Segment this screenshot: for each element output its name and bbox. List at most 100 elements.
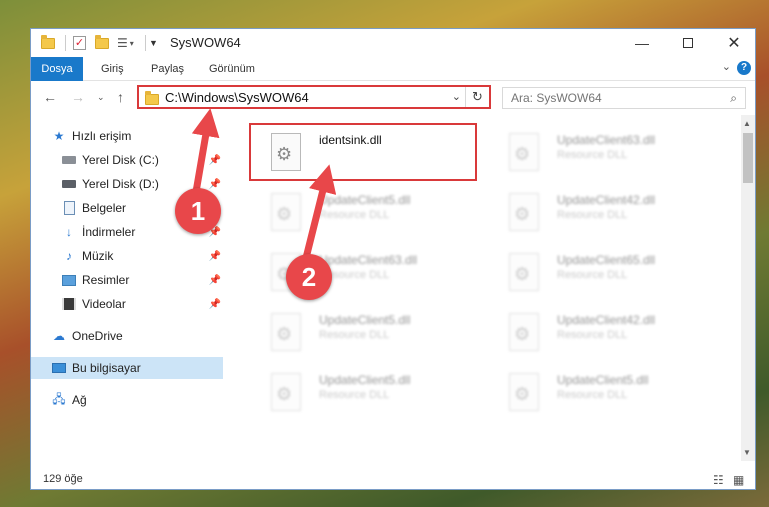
refresh-icon: ↻ <box>472 89 483 104</box>
forward-button[interactable]: → <box>71 89 85 105</box>
toolbar-divider <box>145 35 146 51</box>
download-icon: ↓ <box>66 225 72 239</box>
address-path: C:\Windows\SysWOW64 <box>165 90 309 105</box>
list-item[interactable]: UpdateClient5.dll Resource DLL <box>251 307 471 357</box>
sidebar-item-disk-c[interactable]: Yerel Disk (C:) 📌 <box>31 149 223 171</box>
document-icon <box>61 200 77 216</box>
search-input[interactable] <box>503 88 713 108</box>
file-type: Resource DLL <box>319 209 390 221</box>
pin-icon[interactable]: 📌 <box>209 155 221 166</box>
list-item[interactable]: UpdateClient5.dll Resource DLL <box>251 187 471 237</box>
star-icon: ★ <box>53 129 65 143</box>
ribbon-tabs: Dosya Giriş Paylaş Görünüm ⌄ ? <box>31 57 755 81</box>
expand-ribbon-button[interactable]: ⌄ <box>722 60 731 73</box>
large-icons-view-icon[interactable]: ▦ <box>733 473 744 487</box>
tab-dosya[interactable]: Dosya <box>31 57 83 81</box>
cloud-icon: ☁ <box>53 329 65 343</box>
sidebar-item-onedrive[interactable]: ☁ OneDrive <box>31 325 223 347</box>
minimize-icon: — <box>635 35 649 51</box>
recent-locations-button[interactable]: ⌄ <box>97 92 105 103</box>
details-view-icon[interactable]: ☷ <box>713 473 724 487</box>
sidebar-item-label: OneDrive <box>72 329 123 343</box>
dll-file-icon <box>271 313 301 351</box>
tab-paylas[interactable]: Paylaş <box>141 57 194 81</box>
list-item[interactable]: UpdateClient65.dll Resource DLL <box>489 247 709 297</box>
list-item[interactable]: UpdateClient5.dll Resource DLL <box>251 367 471 417</box>
sidebar-item-network[interactable]: 🖧 Ağ <box>31 389 223 411</box>
new-folder-button[interactable] <box>95 34 109 52</box>
list-item[interactable]: UpdateClient42.dll Resource DLL <box>489 307 709 357</box>
dll-file-icon <box>509 193 539 231</box>
file-name: UpdateClient42.dll <box>557 193 656 207</box>
sidebar-item-label: Hızlı erişim <box>72 129 132 143</box>
folder-icon <box>145 91 159 105</box>
close-button[interactable]: ✕ <box>711 29 755 57</box>
file-type: Resource DLL <box>557 149 628 161</box>
title-bar: ✓ ☰ ▾ ▼ SysWOW64 — ✕ <box>31 29 755 57</box>
file-type: Resource DLL <box>557 209 628 221</box>
dll-file-icon <box>271 133 301 171</box>
chevron-down-icon: ▼ <box>149 38 158 48</box>
step-1-badge: 1 <box>175 188 221 234</box>
address-dropdown-button[interactable]: ⌄ <box>452 90 461 103</box>
pin-icon[interactable]: 📌 <box>209 299 221 310</box>
back-button[interactable]: ← <box>43 89 57 105</box>
new-folder-icon <box>95 34 109 49</box>
video-icon <box>61 296 77 312</box>
up-button[interactable]: ↑ <box>117 89 124 105</box>
dll-file-icon <box>509 313 539 351</box>
list-item[interactable]: UpdateClient63.dll Resource DLL <box>251 247 471 297</box>
pin-icon[interactable]: 📌 <box>209 251 221 262</box>
sidebar-item-label: Müzik <box>82 249 114 263</box>
close-icon: ✕ <box>727 35 741 52</box>
arrow-left-icon: ← <box>43 89 57 105</box>
file-name: UpdateClient65.dll <box>557 253 656 267</box>
maximize-icon <box>683 38 693 48</box>
arrow-up-icon: ↑ <box>117 89 124 105</box>
dll-file-icon <box>509 373 539 411</box>
file-item-identsink[interactable]: identsink.dll <box>251 127 471 177</box>
pin-icon[interactable]: 📌 <box>209 275 221 286</box>
file-type: Resource DLL <box>319 389 390 401</box>
file-name: UpdateClient63.dll <box>319 253 418 267</box>
sidebar-item-pictures[interactable]: Resimler 📌 <box>31 269 223 291</box>
list-item[interactable]: UpdateClient5.dll Resource DLL <box>489 367 709 417</box>
tab-gorunum[interactable]: Görünüm <box>199 57 265 81</box>
refresh-button[interactable]: ↻ <box>465 87 489 107</box>
scroll-up-icon[interactable]: ▲ <box>743 119 751 128</box>
tab-giris[interactable]: Giriş <box>91 57 134 81</box>
pin-icon[interactable]: 📌 <box>209 179 221 190</box>
sidebar-item-label: Bu bilgisayar <box>72 361 141 375</box>
music-icon: ♪ <box>66 249 72 263</box>
sidebar-item-music[interactable]: ♪ Müzik 📌 <box>31 245 223 267</box>
scrollbar-thumb[interactable] <box>743 133 753 183</box>
sidebar-item-this-pc[interactable]: Bu bilgisayar <box>31 357 223 379</box>
dll-file-icon <box>509 133 539 171</box>
minimize-button[interactable]: — <box>619 29 665 57</box>
toolbar-dropdown-button[interactable]: ▼ <box>149 34 158 52</box>
address-bar[interactable]: C:\Windows\SysWOW64 ⌄ ↻ <box>137 85 491 109</box>
scroll-down-icon[interactable]: ▼ <box>743 448 751 457</box>
list-item[interactable]: UpdateClient63.dll Resource DLL <box>489 127 709 177</box>
file-type: Resource DLL <box>319 329 390 341</box>
file-type: Resource DLL <box>557 389 628 401</box>
sidebar-item-label: İndirmeler <box>82 225 136 239</box>
properties-button[interactable]: ✓ <box>73 34 86 52</box>
explorer-window: ✓ ☰ ▾ ▼ SysWOW64 — ✕ Dosya Giriş Paylaş … <box>30 28 756 490</box>
sidebar-item-videos[interactable]: Videolar 📌 <box>31 293 223 315</box>
checkmark-icon: ✓ <box>73 36 86 50</box>
sidebar-item-label: Yerel Disk (D:) <box>82 177 159 191</box>
file-name: UpdateClient5.dll <box>319 373 411 387</box>
list-item[interactable]: UpdateClient42.dll Resource DLL <box>489 187 709 237</box>
maximize-button[interactable] <box>665 29 711 57</box>
file-name: UpdateClient42.dll <box>557 313 656 327</box>
sidebar-item-quick-access[interactable]: ★ Hızlı erişim <box>31 125 223 147</box>
chevron-down-icon: ▾ <box>129 38 134 48</box>
vertical-scrollbar[interactable]: ▲ ▼ <box>741 115 755 461</box>
network-icon: 🖧 <box>52 391 66 406</box>
help-icon[interactable]: ? <box>737 61 751 75</box>
search-icon[interactable]: ⌕ <box>730 91 737 106</box>
navigation-bar: ← → ⌄ ↑ C:\Windows\SysWOW64 ⌄ ↻ ⌕ <box>31 81 755 115</box>
customize-toolbar-button[interactable]: ☰ ▾ <box>117 34 134 52</box>
quick-access-toolbar <box>41 34 55 52</box>
